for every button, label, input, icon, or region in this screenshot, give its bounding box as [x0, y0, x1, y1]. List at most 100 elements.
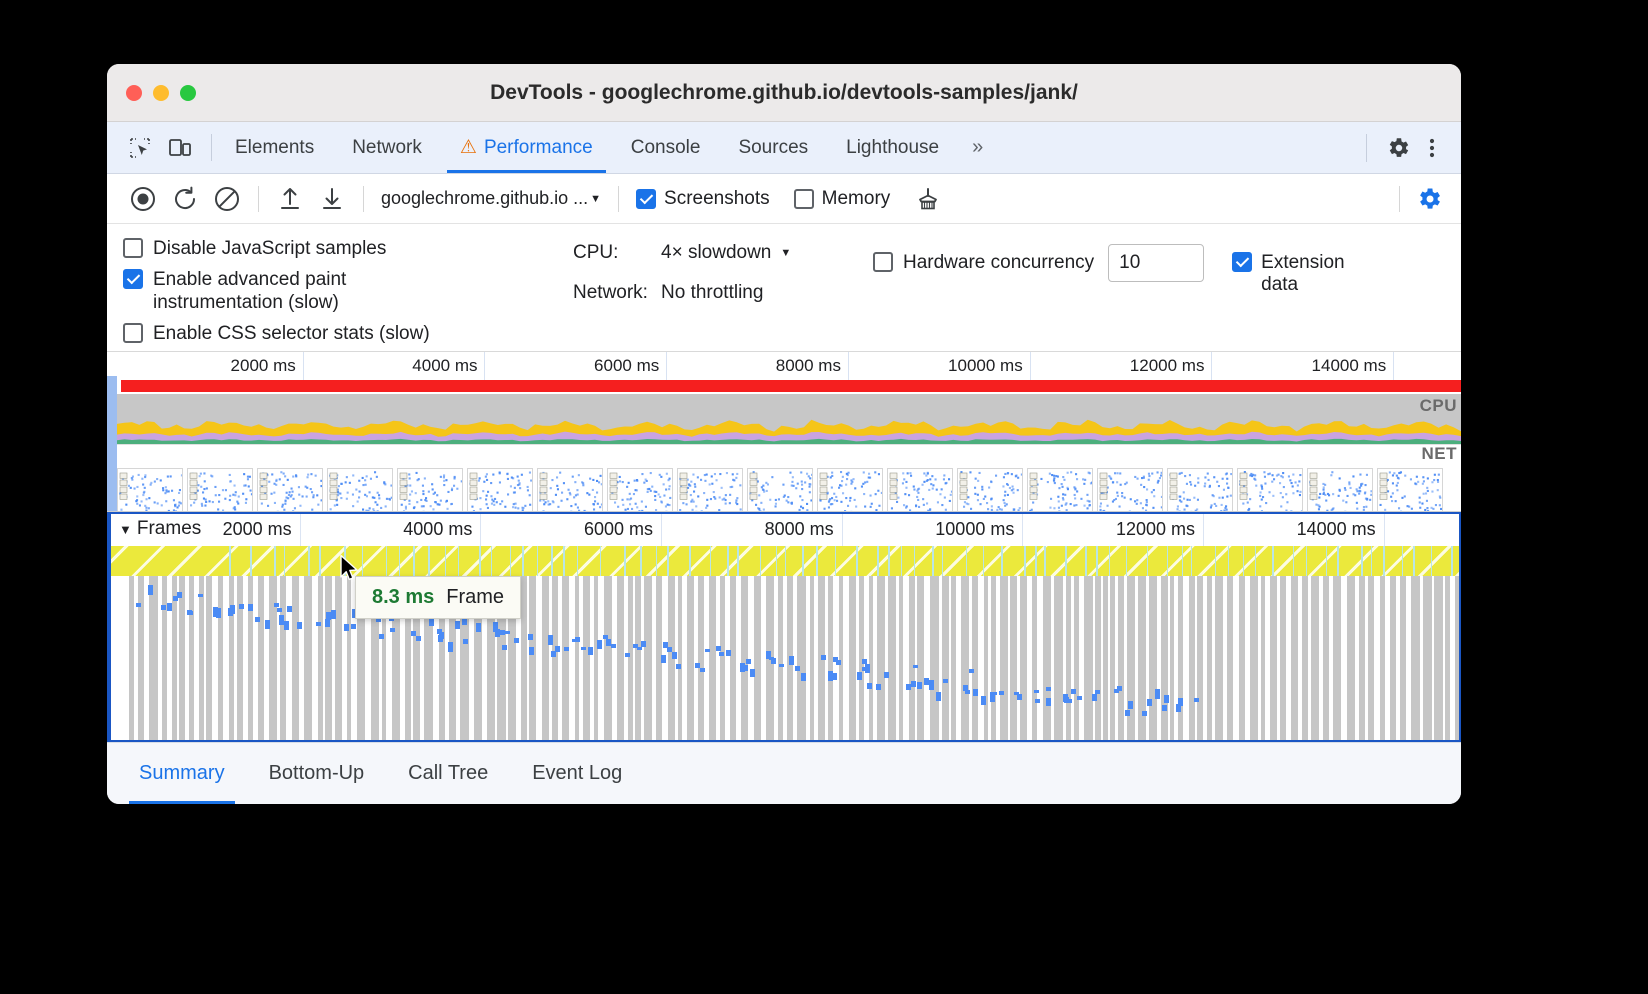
event-marker[interactable] — [502, 645, 507, 649]
event-marker[interactable] — [876, 684, 881, 690]
event-marker[interactable] — [913, 665, 918, 669]
activity-column[interactable] — [206, 576, 212, 740]
main-thread-activity[interactable] — [111, 576, 1459, 740]
event-marker[interactable] — [821, 655, 826, 661]
activity-column[interactable] — [951, 576, 956, 740]
filmstrip-thumbnail[interactable] — [1097, 468, 1163, 512]
event-marker[interactable] — [529, 647, 534, 655]
event-marker[interactable] — [917, 682, 922, 689]
event-marker[interactable] — [884, 672, 889, 678]
activity-column[interactable] — [529, 576, 536, 740]
filmstrip-thumbnail[interactable] — [327, 468, 393, 512]
activity-column[interactable] — [562, 576, 570, 740]
event-marker[interactable] — [1092, 694, 1097, 702]
recording-url-select[interactable]: googlechrome.github.io ... ▼ — [375, 188, 607, 209]
event-marker[interactable] — [1128, 701, 1133, 709]
css-selector-stats-checkbox[interactable]: Enable CSS selector stats (slow) — [123, 323, 573, 345]
activity-column[interactable] — [292, 576, 299, 740]
activity-column[interactable] — [172, 576, 176, 740]
event-marker[interactable] — [462, 618, 467, 625]
activity-column[interactable] — [1215, 576, 1223, 740]
event-marker[interactable] — [801, 673, 806, 681]
activity-column[interactable] — [678, 576, 682, 740]
event-marker[interactable] — [265, 620, 270, 629]
inspect-element-icon[interactable] — [123, 131, 157, 165]
event-marker[interactable] — [198, 594, 203, 597]
tab-network[interactable]: Network — [333, 122, 441, 173]
filmstrip-thumbnail[interactable] — [1307, 468, 1373, 512]
activity-column[interactable] — [709, 576, 716, 740]
tab-summary[interactable]: Summary — [119, 743, 245, 804]
event-marker[interactable] — [795, 666, 800, 672]
activity-column[interactable] — [1400, 576, 1406, 740]
activity-column[interactable] — [269, 576, 276, 740]
activity-column[interactable] — [189, 576, 194, 740]
minimize-window-button[interactable] — [153, 85, 169, 101]
activity-column[interactable] — [552, 576, 559, 740]
frames-track[interactable] — [111, 546, 1459, 576]
event-marker[interactable] — [1178, 698, 1183, 706]
event-marker[interactable] — [779, 664, 784, 667]
filmstrip-thumbnail[interactable] — [537, 468, 603, 512]
event-marker[interactable] — [255, 617, 260, 622]
event-marker[interactable] — [325, 619, 330, 627]
advanced-paint-checkbox[interactable]: Enable advanced paint instrumentation (s… — [123, 269, 573, 314]
event-marker[interactable] — [279, 615, 284, 624]
activity-column[interactable] — [604, 576, 612, 740]
event-marker[interactable] — [1017, 694, 1022, 699]
activity-column[interactable] — [909, 576, 915, 740]
activity-column[interactable] — [1455, 576, 1459, 740]
activity-column[interactable] — [1066, 576, 1071, 740]
activity-column[interactable] — [1178, 576, 1183, 740]
event-marker[interactable] — [390, 628, 395, 632]
activity-column[interactable] — [961, 576, 968, 740]
activity-column[interactable] — [635, 576, 641, 740]
activity-column[interactable] — [258, 576, 264, 740]
event-marker[interactable] — [216, 608, 221, 617]
activity-column[interactable] — [347, 576, 352, 740]
event-marker[interactable] — [726, 650, 731, 655]
filmstrip-thumbnail[interactable] — [747, 468, 813, 512]
event-marker[interactable] — [331, 610, 336, 619]
activity-column[interactable] — [1434, 576, 1443, 740]
device-toolbar-icon[interactable] — [163, 131, 197, 165]
activity-column[interactable] — [849, 576, 856, 740]
activity-column[interactable] — [1280, 576, 1286, 740]
activity-column[interactable] — [839, 576, 844, 740]
activity-column[interactable] — [972, 576, 978, 740]
event-marker[interactable] — [148, 585, 153, 594]
filmstrip-thumbnail[interactable] — [1377, 468, 1443, 512]
activity-column[interactable] — [1261, 576, 1266, 740]
activity-column[interactable] — [1423, 576, 1431, 740]
event-marker[interactable] — [973, 689, 978, 697]
activity-column[interactable] — [1380, 576, 1385, 740]
event-marker[interactable] — [581, 647, 586, 651]
event-marker[interactable] — [438, 635, 443, 642]
tab-lighthouse[interactable]: Lighthouse — [827, 122, 958, 173]
overview-window-left-handle[interactable] — [107, 376, 117, 511]
activity-column[interactable] — [542, 576, 549, 740]
tab-bottom-up[interactable]: Bottom-Up — [249, 743, 385, 804]
event-marker[interactable] — [379, 634, 384, 640]
settings-gear-icon[interactable] — [1381, 131, 1415, 165]
activity-column[interactable] — [1302, 576, 1308, 740]
event-marker[interactable] — [661, 655, 666, 662]
event-marker[interactable] — [911, 681, 916, 688]
activity-column[interactable] — [1347, 576, 1355, 740]
activity-column[interactable] — [138, 576, 144, 740]
activity-column[interactable] — [1054, 576, 1063, 740]
event-marker[interactable] — [287, 606, 292, 611]
event-marker[interactable] — [963, 685, 968, 690]
event-marker[interactable] — [936, 692, 941, 702]
activity-column[interactable] — [1197, 576, 1203, 740]
activity-column[interactable] — [644, 576, 652, 740]
event-marker[interactable] — [136, 603, 141, 607]
event-marker[interactable] — [505, 631, 510, 635]
event-marker[interactable] — [719, 652, 724, 657]
activity-column[interactable] — [754, 576, 760, 740]
load-profile-button[interactable] — [270, 180, 310, 218]
event-marker[interactable] — [476, 623, 481, 632]
event-marker[interactable] — [528, 634, 533, 641]
event-marker[interactable] — [448, 642, 453, 652]
activity-column[interactable] — [778, 576, 783, 740]
